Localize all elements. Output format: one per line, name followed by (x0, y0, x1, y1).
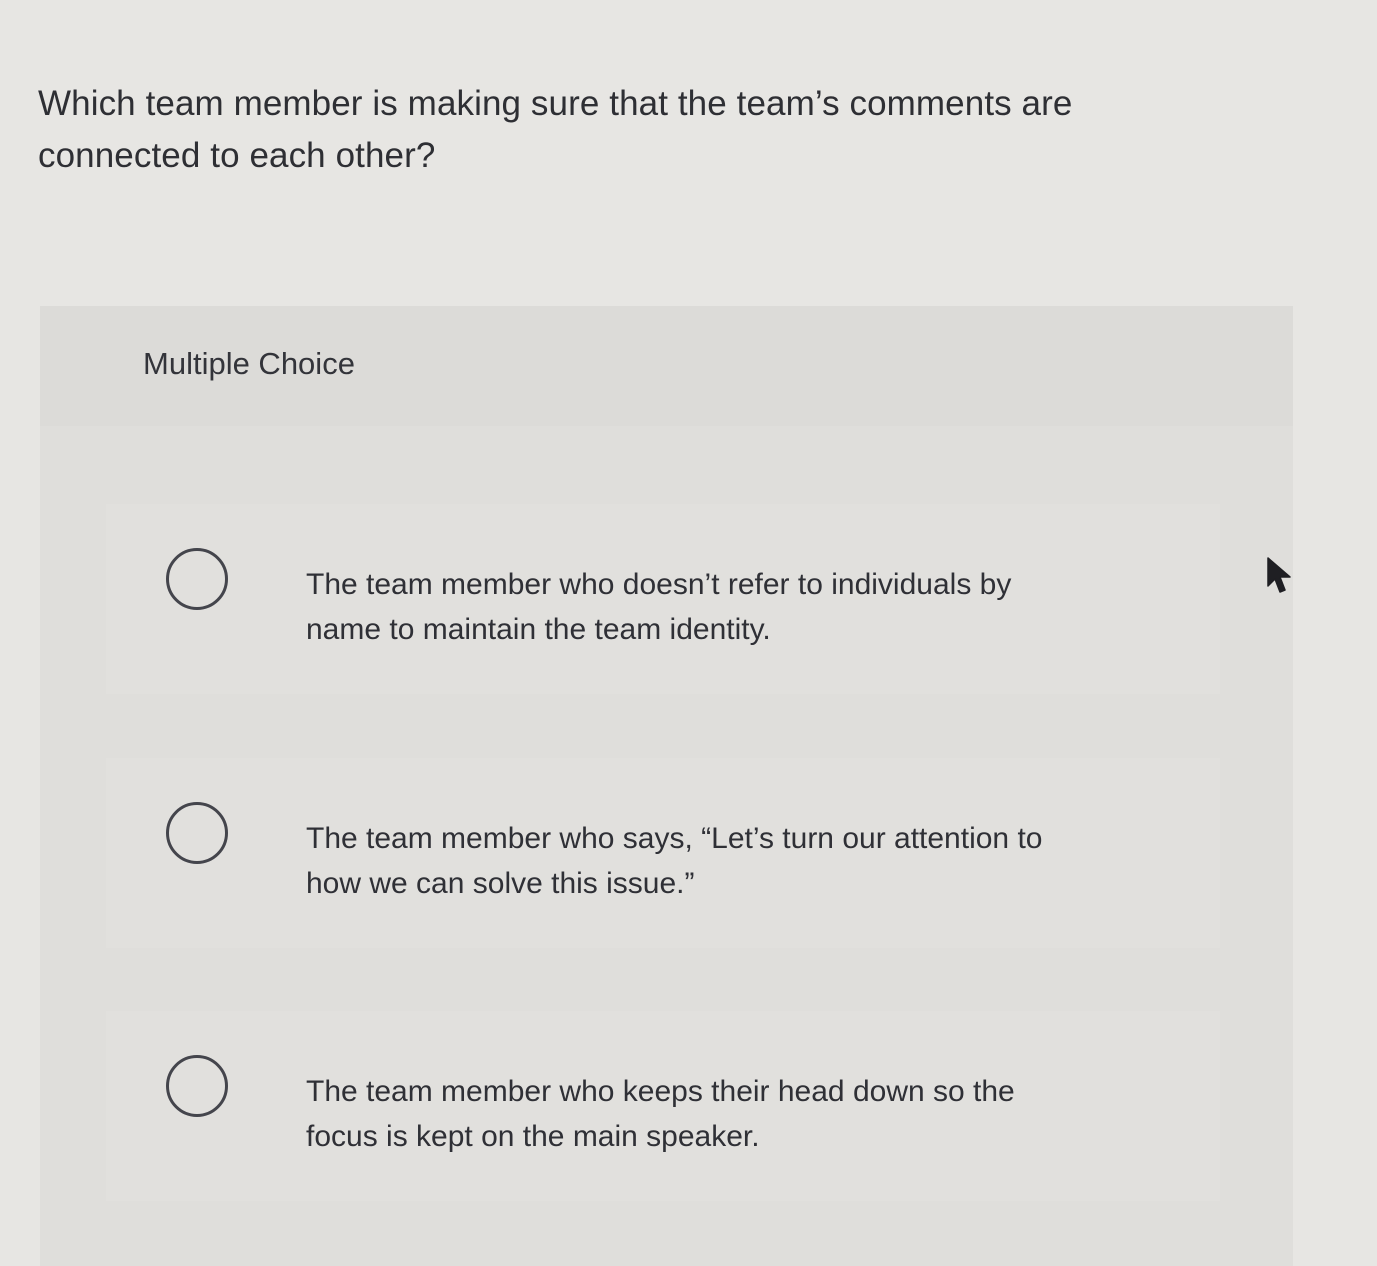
answer-option-2[interactable]: The team member who says, “Let’s turn ou… (106, 758, 1220, 948)
mouse-pointer-icon (1267, 557, 1291, 593)
multiple-choice-panel: Multiple Choice The team member who does… (40, 306, 1293, 1266)
answer-option-1[interactable]: The team member who doesn’t refer to ind… (106, 504, 1220, 694)
radio-unchecked-icon[interactable] (166, 548, 228, 610)
radio-unchecked-icon[interactable] (166, 1055, 228, 1117)
radio-unchecked-icon[interactable] (166, 802, 228, 864)
question-text: Which team member is making sure that th… (38, 84, 1073, 175)
multiple-choice-header: Multiple Choice (40, 306, 1293, 426)
answer-option-1-text: The team member who doesn’t refer to ind… (306, 568, 1012, 646)
answer-option-3-text: The team member who keeps their head dow… (306, 1075, 1015, 1153)
multiple-choice-label: Multiple Choice (143, 346, 355, 381)
answer-option-2-text: The team member who says, “Let’s turn ou… (306, 822, 1043, 900)
answer-option-3[interactable]: The team member who keeps their head dow… (106, 1011, 1220, 1201)
